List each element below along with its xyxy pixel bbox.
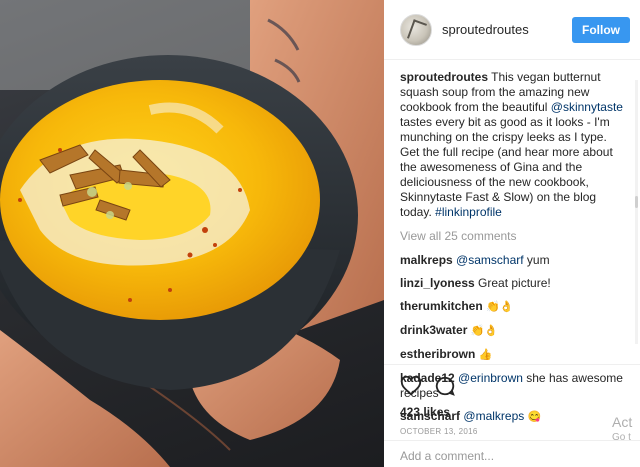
caption-username[interactable]: sproutedroutes: [400, 70, 488, 84]
follow-button[interactable]: Follow: [572, 16, 630, 43]
comment-username[interactable]: linzi_lyoness: [400, 276, 475, 290]
comment-username[interactable]: estheribrown: [400, 347, 475, 361]
comment-username[interactable]: drink3water: [400, 323, 467, 337]
post-sidebar: sproutedroutes Follow sproutedroutes Thi…: [384, 0, 640, 467]
view-all-comments-link[interactable]: View all 25 comments: [400, 229, 626, 244]
comment-username[interactable]: malkreps: [400, 253, 453, 267]
comment-item: malkreps @samscharf yum: [400, 253, 626, 268]
caption-mention[interactable]: @skinnytaste: [551, 100, 623, 114]
comment-text: yum: [523, 253, 550, 267]
avatar[interactable]: [400, 13, 432, 46]
comments-scrollbar[interactable]: [635, 80, 638, 344]
comment-item: estheribrown 👍: [400, 347, 626, 363]
caption-text-2: tastes every bit as good as it looks - I…: [400, 115, 613, 219]
caption-hashtag[interactable]: #linkinprofile: [435, 205, 502, 219]
comment-item: drink3water 👏👌: [400, 323, 626, 339]
heart-icon[interactable]: [400, 375, 422, 397]
post-date: OCTOBER 13, 2016: [400, 427, 478, 436]
post-actions: 423 likes OCTOBER 13, 2016: [384, 364, 640, 436]
watermark-line-2: Go t: [612, 432, 631, 443]
clap-ok-emoji-icon: 👏👌: [486, 301, 514, 313]
clap-ok-emoji-icon: 👏👌: [470, 325, 499, 337]
post-header: sproutedroutes Follow: [384, 0, 640, 60]
comment-item: linzi_lyoness Great picture!: [400, 276, 626, 291]
scrollbar-thumb[interactable]: [635, 196, 638, 208]
activate-windows-watermark: Act Go t: [612, 414, 640, 446]
comment-text: Great picture!: [474, 276, 551, 290]
post-photo[interactable]: [0, 0, 384, 467]
comment-bubble-icon[interactable]: [434, 375, 456, 397]
comment-username[interactable]: therumkitchen: [400, 299, 483, 313]
header-username[interactable]: sproutedroutes: [442, 22, 572, 37]
post-caption: sproutedroutes This vegan butternut squa…: [400, 70, 626, 220]
watermark-line-1: Act: [612, 414, 633, 430]
add-comment-input[interactable]: Add a comment...: [384, 440, 640, 467]
soup-bowl-image: [0, 0, 384, 467]
comment-mention[interactable]: @samscharf: [456, 253, 524, 267]
likes-count[interactable]: 423 likes: [400, 405, 624, 419]
thumbs-up-emoji-icon: 👍: [478, 349, 493, 361]
comment-item: therumkitchen 👏👌: [400, 299, 626, 315]
